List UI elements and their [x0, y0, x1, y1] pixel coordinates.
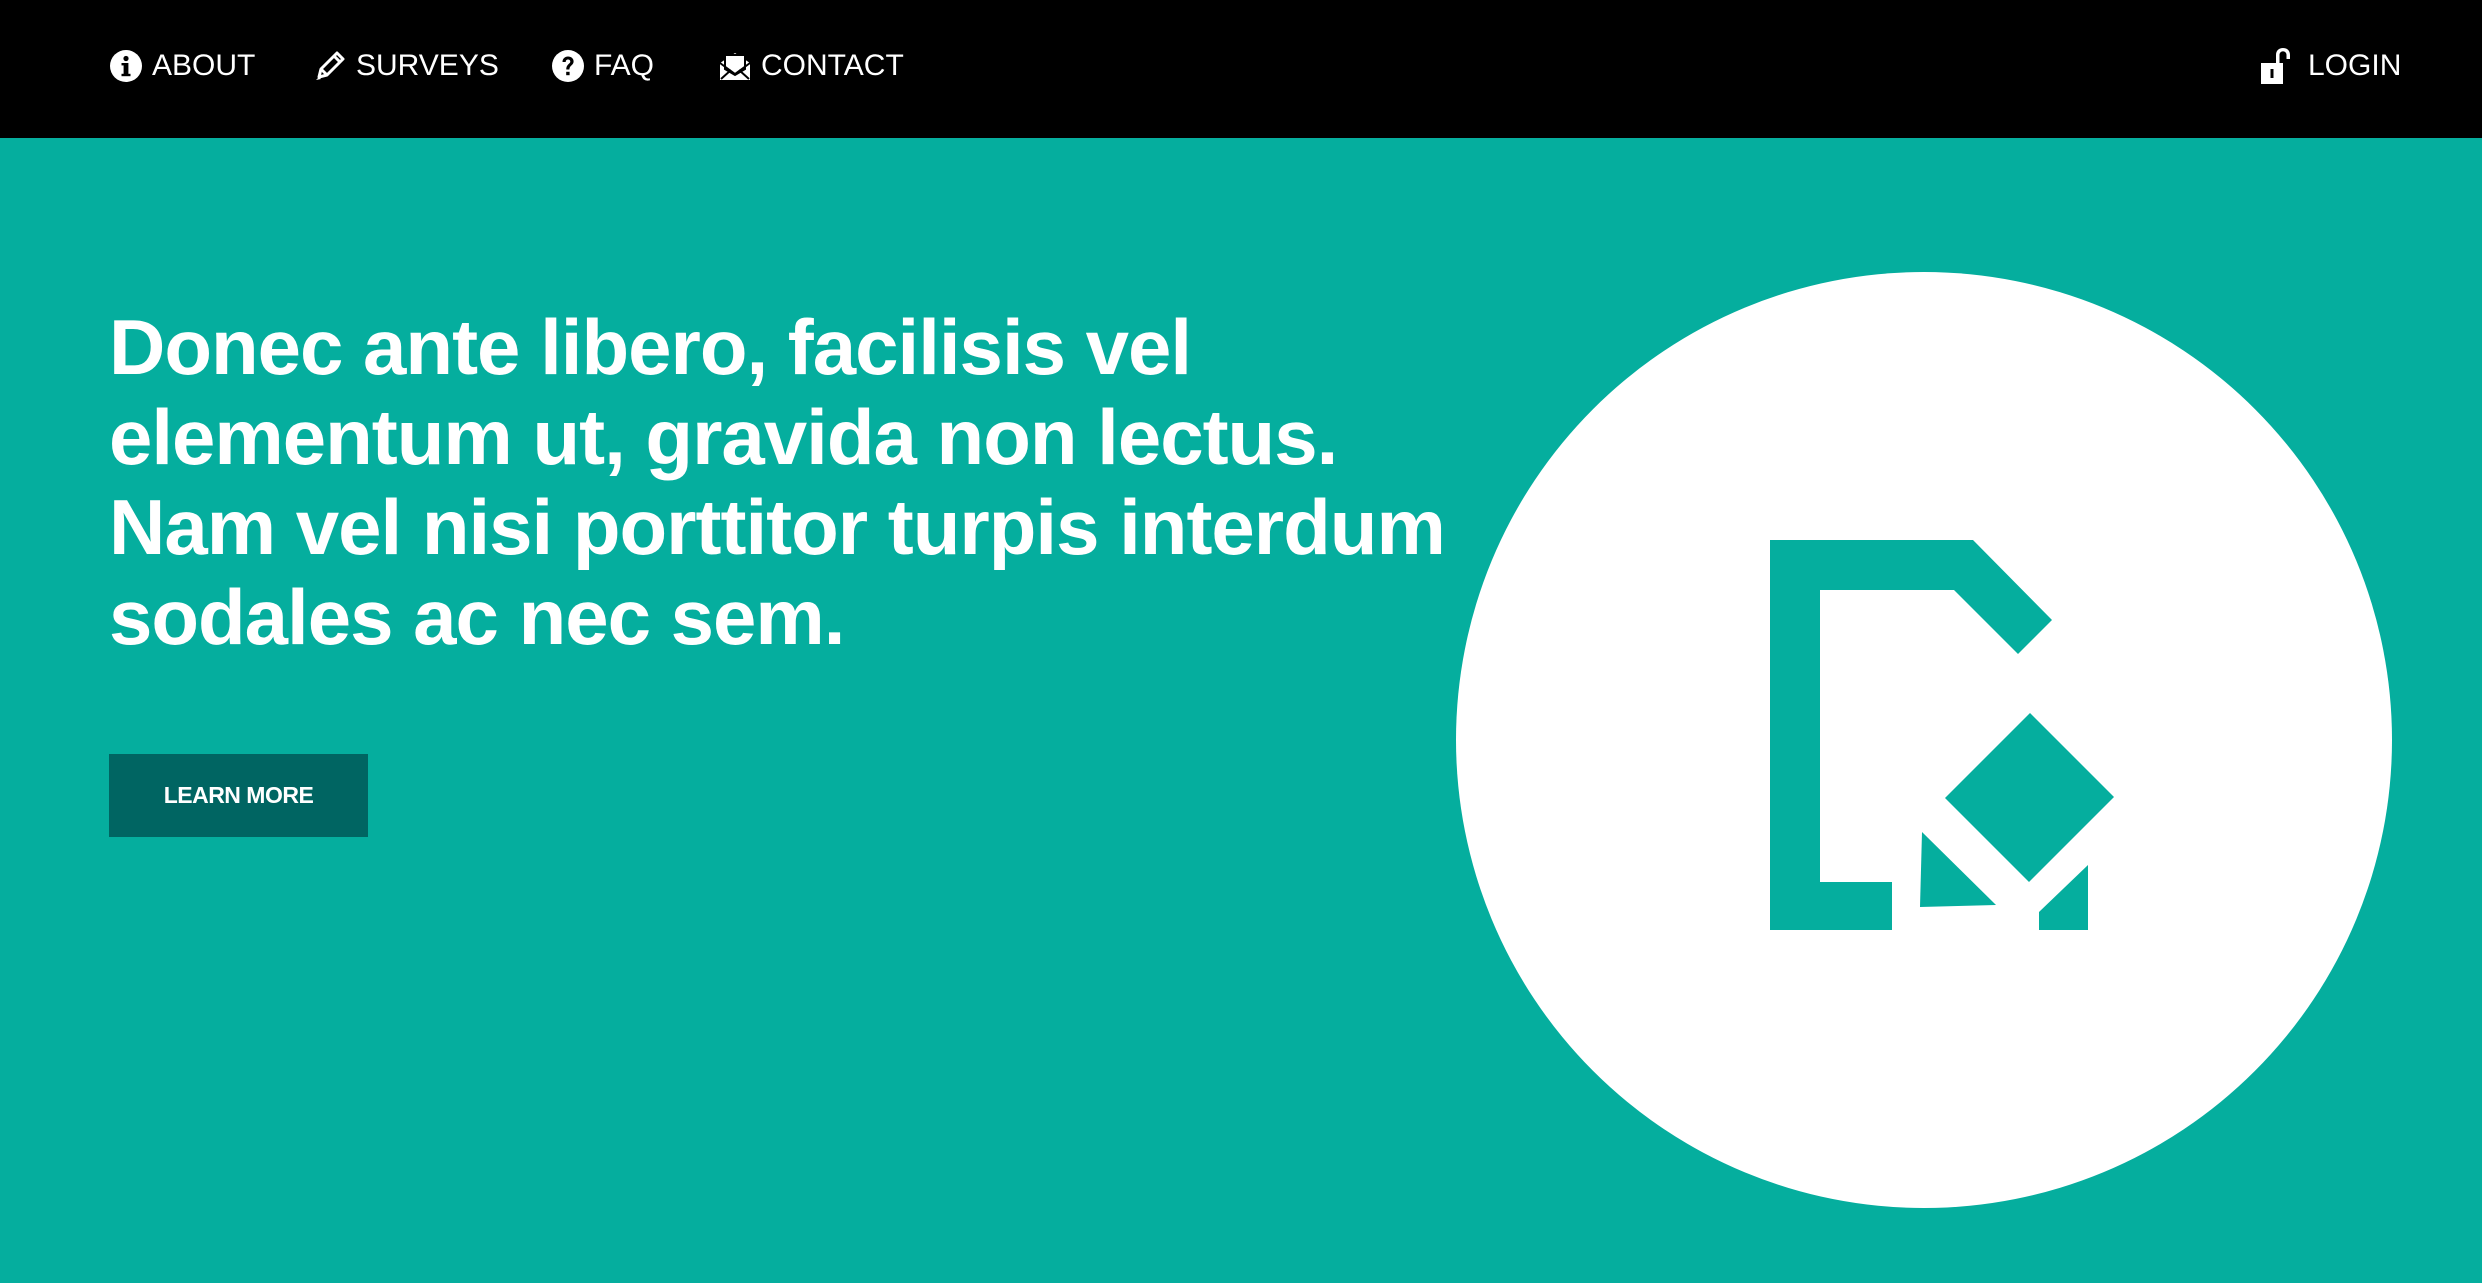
nav-item-faq[interactable]: FAQ [551, 0, 654, 132]
nav-item-contact-label: CONTACT [761, 49, 904, 82]
nav-item-about-label: ABOUT [152, 49, 256, 82]
envelope-open-icon [718, 49, 752, 83]
nav-login-label: LOGIN [2308, 49, 2402, 82]
nav-item-contact[interactable]: CONTACT [718, 0, 904, 132]
unlock-icon [2258, 46, 2298, 86]
nav-login-link[interactable]: LOGIN [2258, 0, 2401, 132]
learn-more-button[interactable]: LEARN MORE [109, 754, 368, 837]
pencil-icon [313, 49, 347, 83]
hero-heading: Donec ante libero, facilisis vel element… [109, 303, 1446, 661]
nav-item-about[interactable]: ABOUT [109, 0, 255, 132]
top-navbar: ABOUT SURVEYS FAQ CONTACT LOGIN [0, 0, 2482, 138]
question-circle-icon [551, 49, 585, 83]
nav-item-faq-label: FAQ [594, 49, 655, 82]
nav-item-surveys[interactable]: SURVEYS [313, 0, 499, 132]
nav-item-surveys-label: SURVEYS [356, 49, 499, 82]
survey-document-edit-icon [1770, 540, 2114, 930]
info-circle-icon [109, 49, 143, 83]
